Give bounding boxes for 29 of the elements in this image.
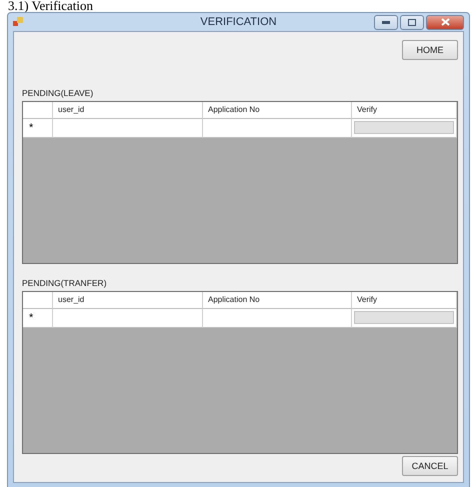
data-grid[interactable]: user_id Application No Verify * <box>22 101 458 264</box>
minimize-button[interactable] <box>374 14 398 30</box>
document-heading: 3.1) Verification <box>7 0 94 12</box>
close-button[interactable] <box>426 14 464 30</box>
row-marker: * <box>23 309 53 328</box>
home-button[interactable]: HOME <box>402 40 458 60</box>
row-marker: * <box>23 119 53 138</box>
table-cell[interactable] <box>53 119 203 138</box>
cancel-button[interactable]: CANCEL <box>402 456 458 476</box>
maximize-button[interactable] <box>400 14 424 30</box>
maximize-icon <box>408 18 416 26</box>
column-header[interactable]: user_id <box>53 102 203 119</box>
section-label: PENDING(TRANFER) <box>22 278 108 288</box>
minimize-icon <box>382 20 390 24</box>
column-header[interactable]: user_id <box>53 292 203 309</box>
data-grid[interactable]: user_id Application No Verify * <box>22 291 458 454</box>
window-title: VERIFICATION <box>199 16 278 28</box>
table-cell[interactable] <box>203 119 352 138</box>
column-header[interactable]: Verify <box>352 102 457 119</box>
app-icon <box>13 17 23 27</box>
verify-cell-button[interactable] <box>354 121 454 134</box>
section-label: PENDING(LEAVE) <box>22 88 94 98</box>
column-header[interactable]: Verify <box>352 292 457 309</box>
table-cell[interactable] <box>53 309 203 328</box>
table-cell[interactable] <box>203 309 352 328</box>
column-header[interactable]: Application No <box>203 292 352 309</box>
close-icon <box>440 18 450 26</box>
column-header[interactable]: Application No <box>203 102 352 119</box>
verify-cell-button[interactable] <box>354 311 454 324</box>
